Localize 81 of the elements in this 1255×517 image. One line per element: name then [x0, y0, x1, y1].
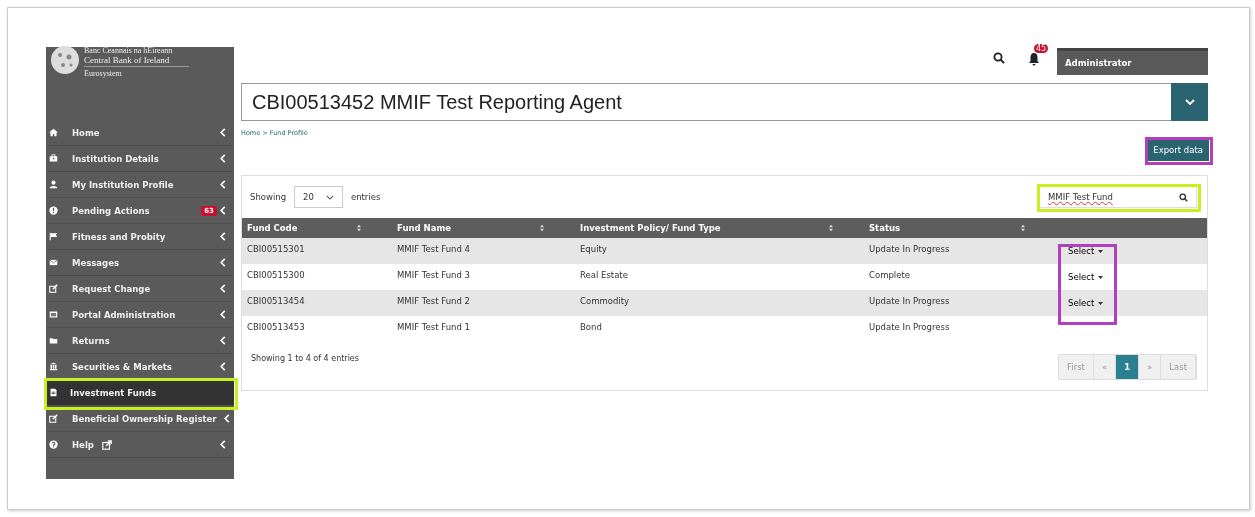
document-icon — [49, 388, 58, 397]
tagline: Eurosystem — [84, 69, 123, 78]
chevron-left-icon — [220, 180, 226, 189]
nav-item[interactable]: Fitness and Probity — [46, 224, 234, 250]
table-cell-text: MMIF Test Fund 1 — [396, 322, 471, 332]
table-cell-text: MMIF Test Fund 4 — [396, 244, 471, 254]
nav-item[interactable]: My Institution Profile — [46, 172, 234, 198]
notification-badge: 45 — [1034, 44, 1049, 53]
bank-name: Central Bank of Ireland — [84, 55, 190, 67]
chevron-left-icon — [220, 232, 226, 241]
chevron-left-icon — [224, 414, 231, 423]
flag-icon — [49, 232, 58, 241]
question-icon — [49, 440, 58, 449]
house-icon — [49, 128, 58, 137]
search-icon[interactable] — [993, 52, 1005, 64]
table-cell-text: Real Estate — [579, 270, 629, 280]
nav-item[interactable]: Portal Administration — [46, 302, 234, 328]
column-header[interactable]: Fund Name — [397, 223, 451, 233]
chevron-left-icon — [220, 440, 226, 449]
chevron-down-icon — [1184, 99, 1195, 105]
chevron-down-icon — [325, 194, 334, 200]
search-field[interactable]: MMIF Test Fund — [1039, 186, 1197, 208]
search-icon — [1179, 192, 1188, 202]
table-cell-text: MMIF Test Fund 3 — [396, 270, 471, 280]
nav-item[interactable]: Returns — [46, 328, 234, 354]
table-cell-text: CBI00513453 — [246, 322, 306, 332]
bank-name-irish: Banc Ceannais na hÉireann — [84, 47, 174, 55]
bell-icon[interactable] — [1027, 52, 1041, 66]
edit-icon — [49, 414, 58, 423]
select-dropdown-button[interactable]: Select — [1064, 244, 1108, 258]
nav-item[interactable]: Institution Details — [46, 146, 234, 172]
page-size-select[interactable]: 20 — [294, 186, 343, 208]
table-cell-text: Equity — [579, 244, 608, 254]
table-cell-text: Complete — [868, 270, 911, 280]
institution-select[interactable]: CBI00513452 MMIF Test Reporting Agent — [241, 83, 1171, 121]
caret-icon — [1098, 301, 1104, 305]
chevron-left-icon — [220, 128, 226, 137]
seal-logo-icon — [50, 45, 80, 75]
nav-item[interactable]: Messages — [46, 250, 234, 276]
chevron-left-icon — [220, 284, 226, 293]
table-info: Showing 1 to 4 of 4 entries — [251, 354, 359, 363]
table-cell-text: Update In Progress — [868, 296, 951, 306]
nav-item[interactable]: Investment Funds — [46, 380, 234, 406]
folder-icon — [49, 336, 58, 345]
briefcase-icon — [49, 154, 58, 163]
edit-icon — [49, 284, 58, 293]
table-cell-text: Bond — [579, 322, 603, 332]
table-cell-text: CBI00515301 — [246, 244, 306, 254]
chevron-left-icon — [220, 258, 226, 267]
table-cell-text: Update In Progress — [868, 244, 951, 254]
chevron-left-icon — [220, 310, 226, 319]
exclamation-icon — [49, 206, 58, 215]
table-cell-text: Update In Progress — [868, 322, 951, 332]
column-header[interactable]: Status — [869, 223, 901, 233]
nav-item[interactable]: Beneficial Ownership Register — [46, 406, 234, 432]
building-icon — [49, 362, 58, 371]
entries-label: entries — [350, 192, 381, 202]
page-button[interactable]: 1 — [1116, 355, 1140, 379]
person-icon — [49, 180, 58, 189]
nav-item[interactable]: Home — [46, 120, 234, 146]
caret-icon — [1098, 275, 1104, 279]
nav-item[interactable]: Securities & Markets — [46, 354, 234, 380]
window-icon — [49, 310, 58, 319]
column-header[interactable]: Fund Code — [247, 223, 298, 233]
caret-icon — [1098, 249, 1104, 253]
user-menu-button[interactable]: Administrator — [1057, 47, 1208, 75]
column-header[interactable]: Investment Policy/ Fund Type — [580, 223, 721, 233]
chevron-left-icon — [220, 336, 226, 345]
table-cell-text: MMIF Test Fund 2 — [396, 296, 471, 306]
table-cell-text: Commodity — [579, 296, 631, 306]
select-dropdown-button[interactable]: Select — [1064, 270, 1108, 284]
table-cell-text: CBI00513454 — [246, 296, 306, 306]
chevron-left-icon — [220, 362, 226, 371]
envelope-icon — [49, 258, 58, 267]
select-dropdown-button[interactable]: Select — [1064, 296, 1108, 310]
chevron-left-icon — [220, 154, 226, 163]
chevron-left-icon — [220, 206, 226, 215]
table-cell-text: CBI00515300 — [246, 270, 306, 280]
nav-item[interactable]: Request Change — [46, 276, 234, 302]
showing-label: Showing — [250, 192, 287, 202]
nav-item[interactable]: Help — [46, 432, 234, 458]
